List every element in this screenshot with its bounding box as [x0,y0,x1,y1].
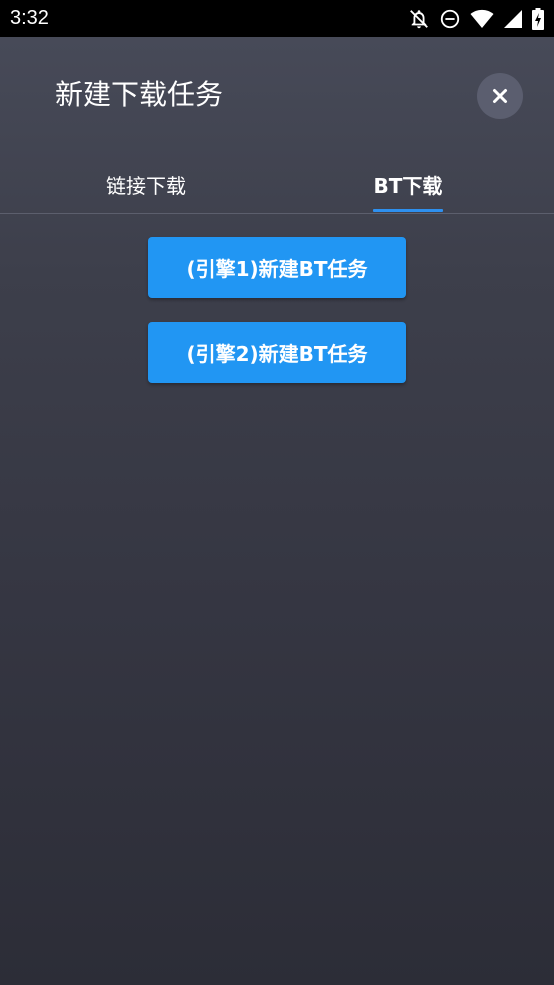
engine2-new-bt-task-button[interactable]: (引擎2)新建BT任务 [148,322,406,383]
tab-bar: 链接下载 BT下载 [0,155,554,214]
dialog-title: 新建下载任务 [55,78,224,111]
wifi-icon [470,9,494,29]
status-bar: 3:32 [0,0,554,37]
tab-selected-indicator [373,209,443,212]
battery-charging-icon [532,8,544,30]
tab-link-download[interactable]: 链接下载 [60,155,232,213]
status-time: 3:32 [10,7,49,29]
notifications-off-icon [408,8,430,30]
close-icon [493,89,507,103]
tab-bt-download[interactable]: BT下载 [322,155,494,213]
new-download-dialog: 新建下载任务 链接下载 BT下载 (引擎1)新建BT任务 (引擎2)新建BT任务 [0,37,554,985]
close-button[interactable] [477,73,523,119]
signal-icon [503,9,523,29]
do-not-disturb-icon [439,8,461,30]
status-icons [408,7,544,31]
engine1-new-bt-task-button[interactable]: (引擎1)新建BT任务 [148,237,406,298]
